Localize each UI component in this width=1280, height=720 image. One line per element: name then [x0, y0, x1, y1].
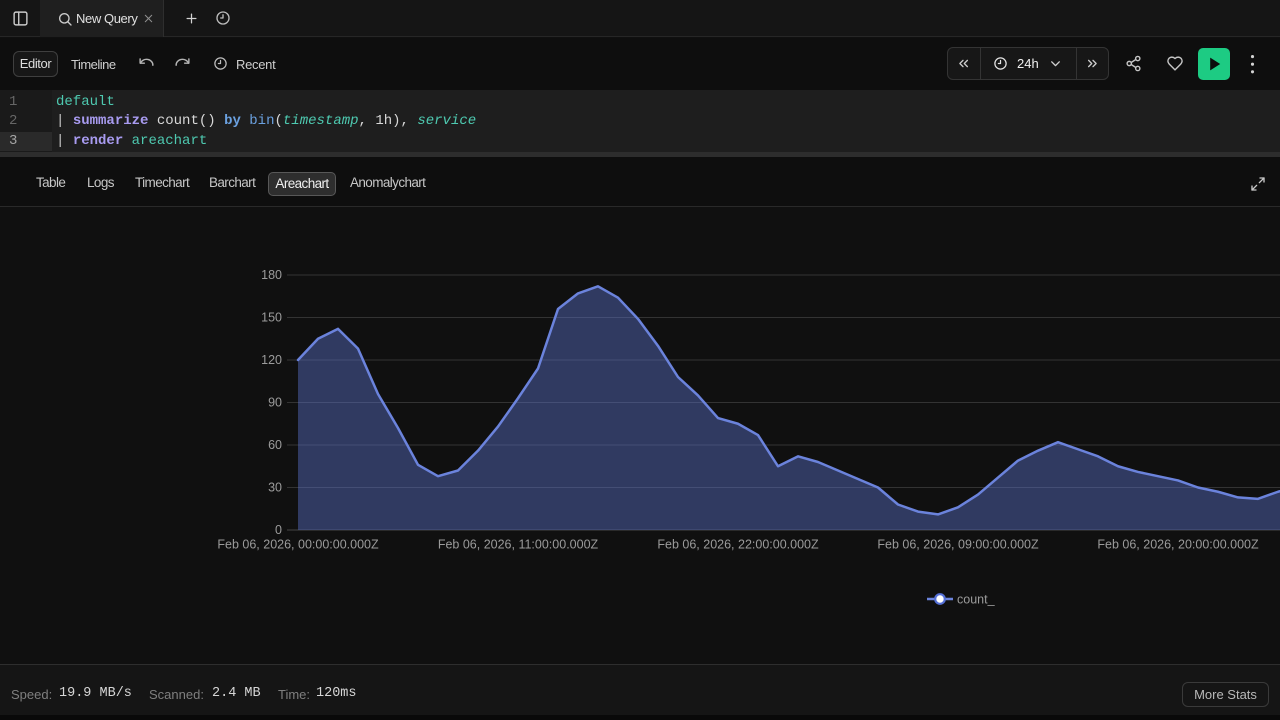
- svg-text:120: 120: [261, 353, 282, 367]
- svg-text:count_: count_: [957, 593, 996, 607]
- svg-text:0: 0: [275, 523, 282, 537]
- svg-text:180: 180: [261, 268, 282, 282]
- svg-text:Feb 06, 2026, 22:00:00.000Z: Feb 06, 2026, 22:00:00.000Z: [657, 538, 819, 552]
- svg-text:Feb 06, 2026, 20:00:00.000Z: Feb 06, 2026, 20:00:00.000Z: [1097, 538, 1259, 552]
- svg-text:150: 150: [261, 311, 282, 325]
- svg-text:90: 90: [268, 396, 282, 410]
- svg-text:Feb 06, 2026, 11:00:00.000Z: Feb 06, 2026, 11:00:00.000Z: [438, 538, 599, 552]
- svg-text:30: 30: [268, 481, 282, 495]
- svg-text:Feb 06, 2026, 09:00:00.000Z: Feb 06, 2026, 09:00:00.000Z: [877, 538, 1039, 552]
- svg-text:60: 60: [268, 438, 282, 452]
- svg-text:Feb 06, 2026, 00:00:00.000Z: Feb 06, 2026, 00:00:00.000Z: [217, 538, 379, 552]
